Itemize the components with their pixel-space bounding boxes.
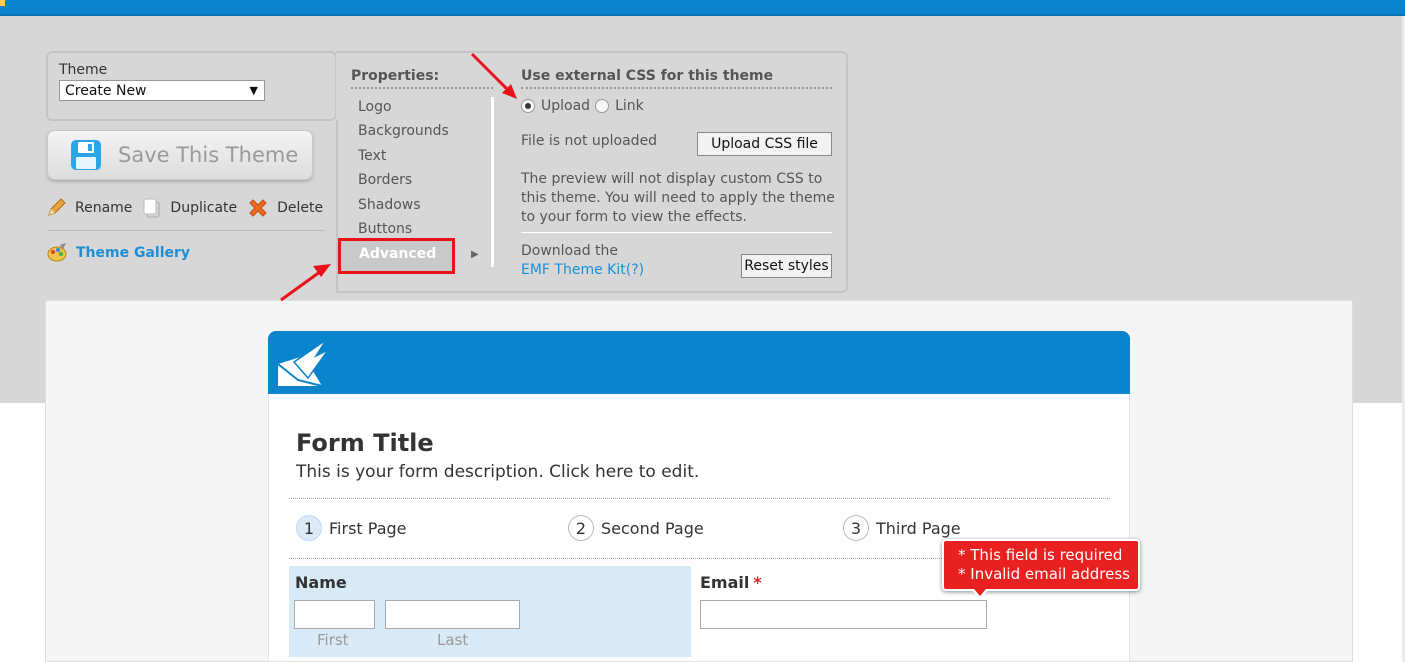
- duplicate-label: Duplicate: [170, 200, 238, 216]
- upload-radio-option[interactable]: Upload: [521, 98, 590, 114]
- properties-dotted-divider: [351, 87, 493, 89]
- form-divider-top: [289, 498, 1110, 499]
- step-label: Third Page: [876, 518, 961, 538]
- last-name-input[interactable]: [385, 600, 520, 629]
- form-header: [268, 331, 1130, 394]
- last-name-sublabel: Last: [437, 631, 469, 649]
- palette-icon: [47, 243, 67, 262]
- theme-select-value: Create New: [65, 83, 147, 99]
- download-label: Download the: [521, 243, 619, 259]
- step-label: First Page: [329, 518, 407, 538]
- save-theme-button[interactable]: Save This Theme: [47, 130, 313, 180]
- form-description[interactable]: This is your form description. Click her…: [296, 462, 699, 482]
- properties-title: Properties:: [351, 68, 440, 84]
- properties-separator: [491, 97, 494, 267]
- delete-label: Delete: [277, 200, 324, 216]
- envelope-bird-logo-icon: [277, 339, 329, 387]
- link-radio[interactable]: [595, 99, 610, 113]
- file-status-text: File is not uploaded: [521, 133, 658, 149]
- step-third-page[interactable]: 3 Third Page: [843, 515, 961, 541]
- property-item-shadows[interactable]: Shadows: [358, 195, 449, 219]
- step-number: 2: [568, 515, 594, 541]
- property-item-logo[interactable]: Logo: [358, 97, 449, 121]
- properties-list: Logo Backgrounds Text Borders Shadows Bu…: [338, 97, 455, 274]
- theme-kit-link[interactable]: EMF Theme Kit(?): [521, 261, 644, 280]
- download-text: Download the EMF Theme Kit(?): [521, 242, 644, 280]
- actions-divider: [47, 230, 325, 231]
- name-label: Name: [295, 573, 347, 592]
- app-logo-corner: [0, 0, 5, 6]
- properties-panel-edge-bottom: [336, 291, 356, 293]
- required-mark: *: [753, 573, 762, 592]
- link-radio-label: Link: [615, 98, 644, 114]
- first-name-sublabel: First: [317, 631, 349, 649]
- link-radio-option[interactable]: Link: [595, 98, 644, 114]
- upload-radio-label: Upload: [541, 98, 591, 114]
- property-item-borders[interactable]: Borders: [358, 170, 449, 194]
- theme-label: Theme: [59, 62, 108, 78]
- pencil-icon: [48, 198, 66, 216]
- theme-actions: Rename Duplicate Delete: [45, 197, 333, 219]
- rename-label: Rename: [75, 200, 133, 216]
- rename-button[interactable]: Rename: [45, 197, 132, 219]
- theme-select[interactable]: Create New ▼: [59, 80, 265, 101]
- note-divider: [521, 232, 832, 233]
- error-required: * This field is required: [958, 546, 1123, 564]
- css-source-options: Upload Link: [521, 98, 649, 114]
- first-name-input[interactable]: [294, 600, 375, 629]
- step-first-page[interactable]: 1 First Page: [296, 515, 407, 541]
- upload-css-button[interactable]: Upload CSS file: [697, 132, 832, 156]
- external-css-title: Use external CSS for this theme: [521, 68, 774, 84]
- reset-styles-button[interactable]: Reset styles: [741, 254, 832, 278]
- property-item-backgrounds[interactable]: Backgrounds: [358, 121, 449, 145]
- validation-error-tooltip: * This field is required * Invalid email…: [942, 539, 1140, 599]
- upload-radio[interactable]: [521, 99, 535, 113]
- email-input[interactable]: [700, 600, 987, 629]
- dropdown-arrow-icon: ▼: [249, 84, 258, 97]
- theme-gallery-link[interactable]: Theme Gallery: [46, 243, 190, 263]
- tooltip-tail: [974, 589, 986, 596]
- delete-button[interactable]: Delete: [247, 197, 323, 219]
- duplicate-button[interactable]: Duplicate: [142, 197, 237, 219]
- preview-note: The preview will not display custom CSS …: [521, 171, 835, 225]
- form-title[interactable]: Form Title: [296, 429, 434, 457]
- delete-x-icon: [249, 199, 267, 217]
- save-disk-icon: [71, 140, 101, 170]
- email-label-text: Email: [700, 573, 750, 592]
- property-item-text[interactable]: Text: [358, 146, 449, 170]
- step-label: Second Page: [601, 518, 704, 538]
- duplicate-icon: [143, 198, 160, 218]
- email-label: Email *: [700, 573, 762, 592]
- theme-gallery-label: Theme Gallery: [76, 245, 191, 261]
- step-number: 3: [843, 515, 869, 541]
- external-css-dotted-divider: [521, 87, 832, 89]
- top-bar: [0, 0, 1405, 16]
- save-theme-label: Save This Theme: [118, 143, 299, 167]
- step-number: 1: [296, 515, 322, 541]
- error-invalid-email: * Invalid email address: [958, 565, 1130, 583]
- property-item-advanced[interactable]: Advanced: [338, 238, 455, 274]
- play-arrow-icon: ▶: [471, 249, 479, 260]
- step-second-page[interactable]: 2 Second Page: [568, 515, 704, 541]
